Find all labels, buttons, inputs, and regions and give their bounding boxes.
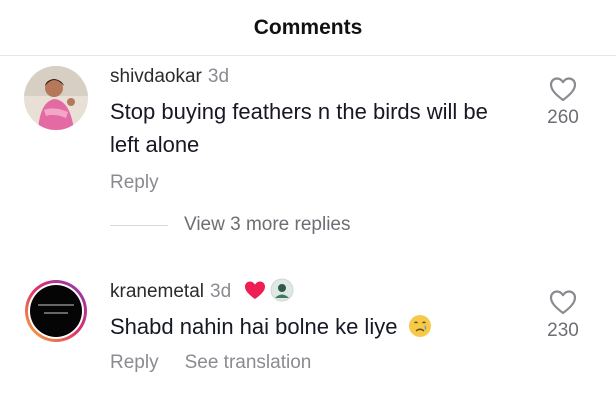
comment-age: 3d: [207, 66, 230, 87]
like-button[interactable]: 230: [533, 289, 593, 342]
comment-badges: [244, 278, 294, 302]
page-title: Comments: [253, 15, 363, 39]
crying-face-emoji-icon: [408, 315, 431, 337]
username-text[interactable]: kranemetal: [110, 281, 204, 302]
like-count: 260: [547, 107, 579, 128]
comment-text: Stop buying feathers n the birds will be…: [110, 99, 488, 157]
comment-text-content: Shabd nahin hai bolne ke liye: [110, 314, 398, 339]
comment-username[interactable]: shivdaokar 3d: [110, 66, 229, 88]
user-photo-avatar-icon: [24, 66, 88, 130]
creator-avatar-icon: [270, 278, 294, 302]
avatar[interactable]: [24, 66, 88, 130]
comment-actions: Reply See translation: [110, 352, 337, 374]
comment-age: 3d: [210, 281, 232, 302]
avatar[interactable]: [24, 279, 88, 343]
see-translation-button[interactable]: See translation: [185, 352, 312, 373]
view-more-replies-label[interactable]: View 3 more replies: [184, 214, 351, 236]
username-text[interactable]: shivdaokar: [110, 66, 202, 87]
view-more-replies[interactable]: View 3 more replies: [110, 214, 351, 236]
like-button[interactable]: 260: [533, 76, 593, 129]
comment-username[interactable]: kranemetal 3d: [110, 278, 294, 303]
comments-header: Comments: [0, 0, 616, 56]
heart-outline-icon: [549, 77, 577, 102]
divider: [110, 224, 168, 226]
comment-text: Shabd nahin hai bolne ke liye: [110, 310, 520, 343]
like-count: 230: [547, 320, 579, 341]
story-ring-avatar-icon: [25, 280, 87, 342]
reply-button[interactable]: Reply: [110, 352, 159, 373]
red-heart-icon: [245, 281, 266, 299]
reply-button[interactable]: Reply: [110, 172, 159, 193]
comment-actions: Reply: [110, 172, 185, 194]
heart-outline-icon: [549, 290, 577, 315]
